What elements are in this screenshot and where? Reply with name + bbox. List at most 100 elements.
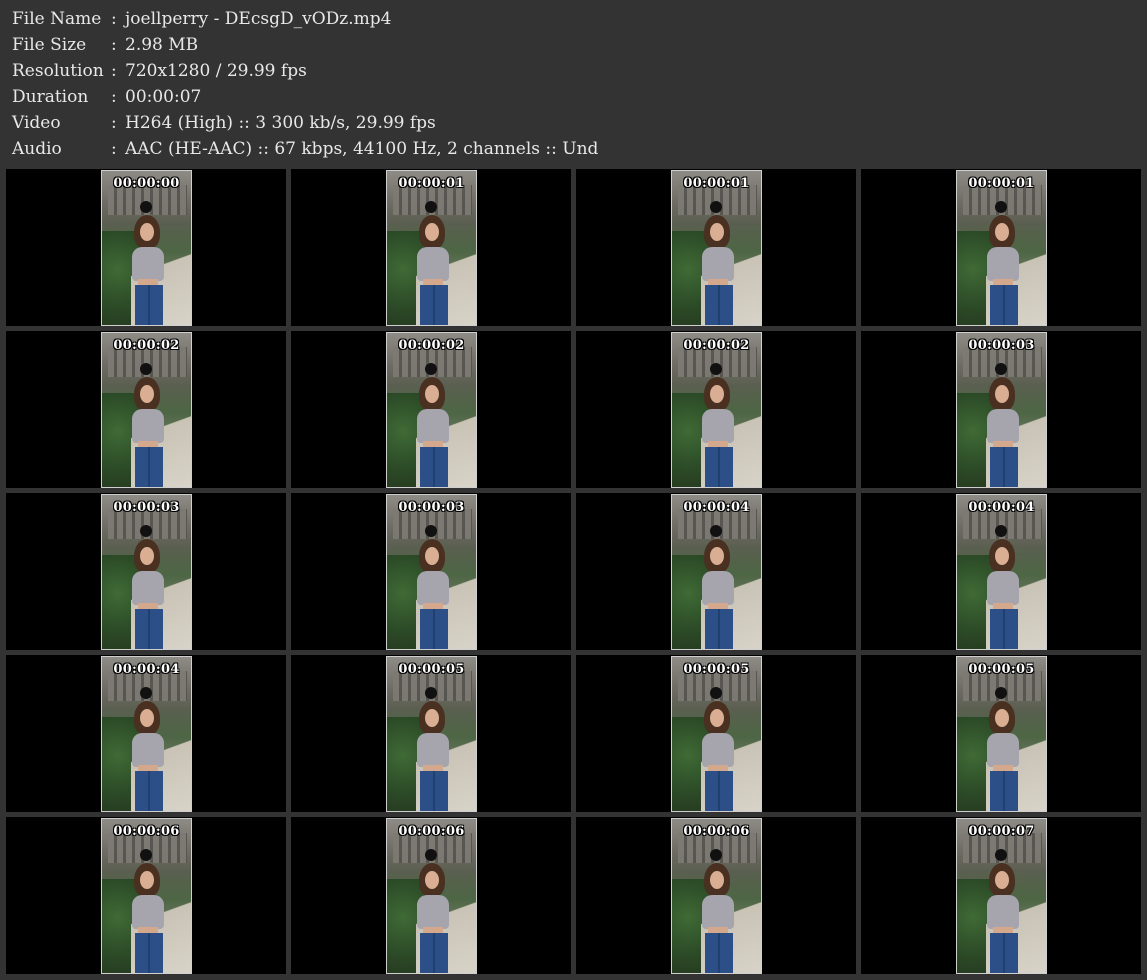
round-window (140, 363, 152, 375)
info-separator: : (111, 61, 117, 81)
person-face (425, 223, 439, 241)
person-top (417, 571, 449, 605)
person-top (987, 895, 1019, 929)
info-label: File Size (12, 35, 87, 55)
info-row-file-name: File Name : joellperry - DEcsgD_vODz.mp4 (12, 6, 598, 32)
thumbnail-cell: 00:00:02 (6, 331, 286, 488)
timestamp-label: 00:00:00 (113, 176, 180, 191)
video-frame-image: 00:00:05 (956, 656, 1047, 812)
thumbnail-cell: 00:00:06 (576, 817, 856, 974)
video-frame-image: 00:00:01 (956, 170, 1047, 326)
thumbnail-cell: 00:00:04 (576, 493, 856, 650)
thumbnail-cell: 00:00:02 (576, 331, 856, 488)
thumbnail-cell: 00:00:01 (861, 169, 1141, 326)
person-face (140, 871, 154, 889)
person-jeans (420, 609, 448, 649)
person-face (995, 385, 1009, 403)
info-label: Video (12, 113, 61, 133)
person-jeans (705, 609, 733, 649)
thumbnail-cell: 00:00:04 (861, 493, 1141, 650)
person-face (710, 871, 724, 889)
info-label: Resolution (12, 61, 104, 81)
video-frame-image: 00:00:02 (671, 332, 762, 488)
round-window (425, 849, 437, 861)
timestamp-label: 00:00:06 (683, 824, 750, 839)
round-window (995, 849, 1007, 861)
person-jeans (135, 609, 163, 649)
person-top (132, 733, 164, 767)
person-jeans (135, 285, 163, 325)
video-frame-image: 00:00:03 (956, 332, 1047, 488)
video-frame-image: 00:00:06 (671, 818, 762, 974)
timestamp-label: 00:00:01 (398, 176, 465, 191)
person-face (140, 385, 154, 403)
person-face (425, 385, 439, 403)
info-row-video: Video : H264 (High) :: 3 300 kb/s, 29.99… (12, 110, 598, 136)
info-separator: : (111, 9, 117, 29)
video-frame-image: 00:00:05 (386, 656, 477, 812)
info-row-resolution: Resolution : 720x1280 / 29.99 fps (12, 58, 598, 84)
info-value: 2.98 MB (125, 35, 199, 55)
timestamp-label: 00:00:02 (398, 338, 465, 353)
info-separator: : (111, 35, 117, 55)
timestamp-label: 00:00:02 (683, 338, 750, 353)
round-window (425, 363, 437, 375)
person-jeans (990, 933, 1018, 973)
round-window (710, 363, 722, 375)
person-top (417, 247, 449, 281)
person-face (710, 385, 724, 403)
person-face (710, 223, 724, 241)
timestamp-label: 00:00:01 (683, 176, 750, 191)
video-frame-image: 00:00:06 (386, 818, 477, 974)
info-separator: : (111, 113, 117, 133)
video-frame-image: 00:00:01 (671, 170, 762, 326)
person-face (140, 547, 154, 565)
timestamp-label: 00:00:02 (113, 338, 180, 353)
person-jeans (990, 447, 1018, 487)
timestamp-label: 00:00:06 (398, 824, 465, 839)
video-frame-image: 00:00:04 (956, 494, 1047, 650)
thumbnail-cell: 00:00:05 (291, 655, 571, 812)
timestamp-label: 00:00:03 (968, 338, 1035, 353)
timestamp-label: 00:00:01 (968, 176, 1035, 191)
person-top (132, 895, 164, 929)
timestamp-label: 00:00:04 (968, 500, 1035, 515)
person-jeans (420, 447, 448, 487)
round-window (425, 201, 437, 213)
video-frame-image: 00:00:00 (101, 170, 192, 326)
timestamp-label: 00:00:06 (113, 824, 180, 839)
timestamp-label: 00:00:04 (683, 500, 750, 515)
person-face (995, 223, 1009, 241)
round-window (140, 525, 152, 537)
person-face (140, 223, 154, 241)
person-jeans (135, 771, 163, 811)
person-top (702, 409, 734, 443)
thumbnail-cell: 00:00:07 (861, 817, 1141, 974)
thumbnail-cell: 00:00:01 (576, 169, 856, 326)
person-jeans (135, 933, 163, 973)
info-value: 00:00:07 (125, 87, 202, 107)
person-face (425, 547, 439, 565)
info-label: Duration (12, 87, 89, 107)
person-top (987, 733, 1019, 767)
person-jeans (705, 933, 733, 973)
person-jeans (420, 933, 448, 973)
person-top (987, 571, 1019, 605)
info-row-duration: Duration : 00:00:07 (12, 84, 598, 110)
info-separator: : (111, 139, 117, 159)
file-info-panel: File Name : joellperry - DEcsgD_vODz.mp4… (12, 6, 598, 162)
person-jeans (990, 771, 1018, 811)
timestamp-label: 00:00:04 (113, 662, 180, 677)
thumbnail-cell: 00:00:03 (291, 493, 571, 650)
info-separator: : (111, 87, 117, 107)
round-window (995, 363, 1007, 375)
person-face (140, 709, 154, 727)
person-top (702, 895, 734, 929)
timestamp-label: 00:00:03 (398, 500, 465, 515)
info-row-audio: Audio : AAC (HE-AAC) :: 67 kbps, 44100 H… (12, 136, 598, 162)
person-jeans (420, 771, 448, 811)
video-frame-image: 00:00:02 (101, 332, 192, 488)
thumbnail-cell: 00:00:03 (6, 493, 286, 650)
person-face (425, 871, 439, 889)
person-top (702, 733, 734, 767)
